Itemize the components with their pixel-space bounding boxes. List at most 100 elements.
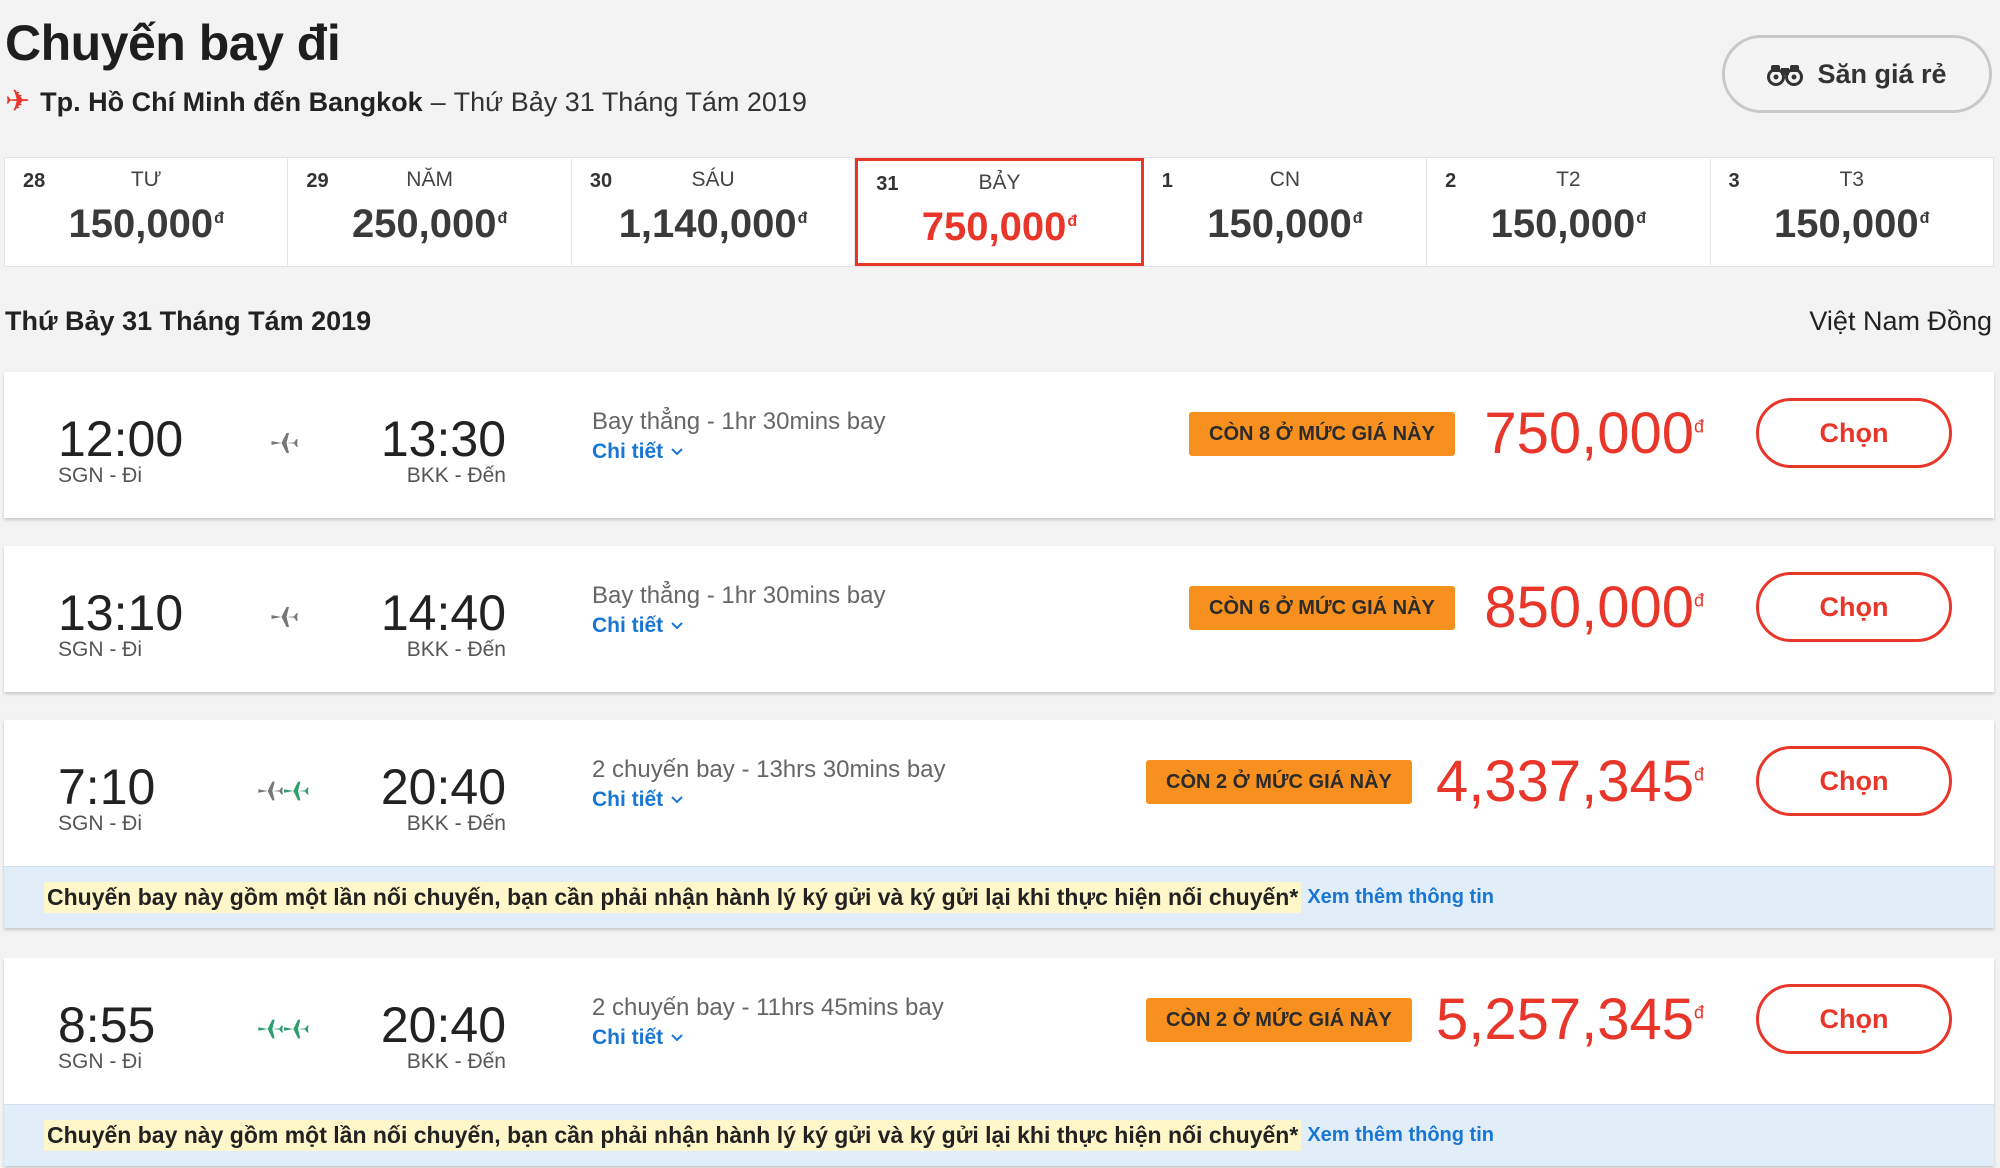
arrival-time: 20:40 — [380, 997, 506, 1053]
date-price: 1,140,000đ — [572, 202, 854, 247]
flight-price-value: 850,000 — [1484, 575, 1694, 640]
flight-price-value: 4,337,345 — [1435, 749, 1694, 814]
connection-notice: Chuyến bay này gồm một lần nối chuyến, b… — [4, 1104, 1994, 1166]
details-label: Chi tiết — [592, 1026, 664, 1049]
date-weekday: NĂM — [406, 168, 453, 191]
currency-symbol: đ — [497, 209, 508, 227]
choose-flight-button[interactable]: Chọn — [1756, 984, 1952, 1054]
route-text: Tp. Hồ Chí Minh đến Bangkok — [40, 86, 423, 117]
seats-left-badge: CÒN 2 Ở MỨC GIÁ NÀY — [1146, 760, 1412, 804]
date-weekday: CN — [1269, 168, 1301, 191]
departure-time: 7:10 — [58, 759, 156, 815]
currency-symbol: đ — [1919, 209, 1930, 227]
date-weekday: T2 — [1556, 168, 1581, 191]
date-price: 750,000đ — [858, 205, 1140, 250]
arrival-airport: BKK - Đến — [406, 812, 506, 835]
date-price: 150,000đ — [1711, 202, 1993, 247]
flight-card: 7:10 SGN - Đi 20:40 BKK - Đến 2 chuyến b… — [4, 720, 1994, 928]
departure-airport: SGN - Đi — [58, 638, 142, 661]
flight-duration-info: Bay thẳng - 1hr 30mins bay — [592, 408, 886, 435]
date-cell[interactable]: 3 T3 150,000đ — [1711, 158, 1993, 266]
flight-price: 5,257,345đ — [1436, 988, 1704, 1052]
date-weekday: SÁU — [691, 168, 735, 191]
date-price-value: 250,000 — [351, 202, 497, 246]
date-price: 150,000đ — [1144, 202, 1426, 247]
details-label: Chi tiết — [592, 788, 664, 811]
plane-icon: ✈ — [5, 85, 31, 118]
departure-time: 8:55 — [58, 997, 156, 1053]
chevron-down-icon — [671, 796, 683, 804]
details-link[interactable]: Chi tiết — [592, 788, 683, 812]
deal-hunter-button[interactable]: Săn giá rẻ — [1722, 35, 1992, 113]
date-weekday: BẢY — [978, 171, 1021, 194]
date-cell[interactable]: 1 CN 150,000đ — [1144, 158, 1428, 266]
date-weekday: TƯ — [130, 168, 162, 191]
flight-card: 8:55 SGN - Đi 20:40 BKK - Đến 2 chuyến b… — [4, 958, 1994, 1166]
more-info-link[interactable]: Xem thêm thông tin — [1307, 1124, 1494, 1147]
currency-symbol: đ — [1352, 209, 1363, 227]
date-cell[interactable]: 28 TƯ 150,000đ — [5, 158, 289, 266]
route-line: ✈ Tp. Hồ Chí Minh đến Bangkok – Thứ Bảy … — [5, 84, 807, 120]
date-cell[interactable]: 2 T2 150,000đ — [1427, 158, 1711, 266]
arrival-time: 14:40 — [380, 585, 506, 641]
date-cell[interactable]: 29 NĂM 250,000đ — [288, 158, 572, 266]
currency-symbol: đ — [1636, 209, 1646, 227]
date-price: 150,000đ — [1427, 202, 1709, 247]
date-price-value: 750,000 — [921, 205, 1067, 249]
arrival-airport: BKK - Đến — [406, 464, 506, 487]
departure-time: 13:10 — [58, 585, 184, 641]
page-title: Chuyến bay đi — [5, 15, 341, 71]
flight-duration-info: 2 chuyến bay - 13hrs 30mins bay — [592, 756, 946, 783]
flight-price-value: 750,000 — [1484, 401, 1694, 466]
currency-symbol: đ — [214, 209, 224, 227]
flight-card: 13:10 SGN - Đi 14:40 BKK - Đến Bay thẳng… — [4, 546, 1994, 692]
seats-left-badge: CÒN 8 Ở MỨC GIÁ NÀY — [1189, 412, 1455, 456]
currency-symbol: đ — [1693, 590, 1704, 611]
currency-symbol: đ — [797, 209, 808, 227]
date-price-value: 150,000 — [1490, 202, 1636, 246]
chevron-down-icon — [671, 622, 683, 630]
deal-hunter-label: Săn giá rẻ — [1817, 58, 1947, 89]
route-separator: – — [430, 86, 446, 117]
binoculars-icon — [1767, 62, 1804, 86]
connection-notice: Chuyến bay này gồm một lần nối chuyến, b… — [4, 866, 1994, 928]
choose-flight-button[interactable]: Chọn — [1756, 398, 1952, 468]
date-price: 150,000đ — [5, 202, 287, 247]
departure-airport: SGN - Đi — [58, 812, 142, 835]
arrival-airport: BKK - Đến — [406, 1050, 506, 1073]
date-price-value: 150,000 — [68, 202, 214, 246]
chevron-down-icon — [671, 448, 683, 456]
date-cell[interactable]: 30 SÁU 1,140,000đ — [572, 158, 856, 266]
flight-price: 4,337,345đ — [1436, 750, 1704, 814]
details-link[interactable]: Chi tiết — [592, 440, 683, 464]
details-link[interactable]: Chi tiết — [592, 1026, 683, 1050]
flight-duration-info: Bay thẳng - 1hr 30mins bay — [592, 582, 886, 609]
departure-time: 12:00 — [58, 411, 184, 467]
choose-flight-button[interactable]: Chọn — [1756, 572, 1952, 642]
details-label: Chi tiết — [592, 440, 664, 463]
details-label: Chi tiết — [592, 614, 664, 637]
departure-airport: SGN - Đi — [58, 1050, 142, 1073]
date-price: 250,000đ — [288, 202, 570, 247]
currency-symbol: đ — [1693, 1002, 1704, 1023]
choose-flight-button[interactable]: Chọn — [1756, 746, 1952, 816]
arrival-airport: BKK - Đến — [406, 638, 506, 661]
connection-notice-text: Chuyến bay này gồm một lần nối chuyến, b… — [44, 882, 1302, 913]
arrival-time: 13:30 — [380, 411, 506, 467]
seats-left-badge: CÒN 2 Ở MỨC GIÁ NÀY — [1146, 998, 1412, 1042]
results-date-heading: Thứ Bảy 31 Tháng Tám 2019 — [5, 306, 372, 336]
more-info-link[interactable]: Xem thêm thông tin — [1307, 886, 1494, 909]
currency-symbol: đ — [1693, 416, 1704, 437]
currency-symbol: đ — [1693, 764, 1704, 785]
date-cell[interactable]: 31 BẢY 750,000đ — [855, 158, 1144, 266]
details-link[interactable]: Chi tiết — [592, 614, 683, 638]
flight-price: 850,000đ — [1484, 576, 1704, 640]
flight-card: 12:00 SGN - Đi 13:30 BKK - Đến Bay thẳng… — [4, 372, 1994, 518]
date-price-value: 150,000 — [1207, 202, 1352, 246]
seats-left-badge: CÒN 6 Ở MỨC GIÁ NÀY — [1189, 586, 1455, 630]
currency-symbol: đ — [1067, 212, 1078, 230]
date-strip: 28 TƯ 150,000đ 29 NĂM 250,000đ 30 SÁU 1,… — [4, 157, 1994, 267]
route-date: Thứ Bảy 31 Tháng Tám 2019 — [453, 86, 807, 117]
departure-airport: SGN - Đi — [58, 464, 142, 487]
chevron-down-icon — [671, 1034, 683, 1042]
